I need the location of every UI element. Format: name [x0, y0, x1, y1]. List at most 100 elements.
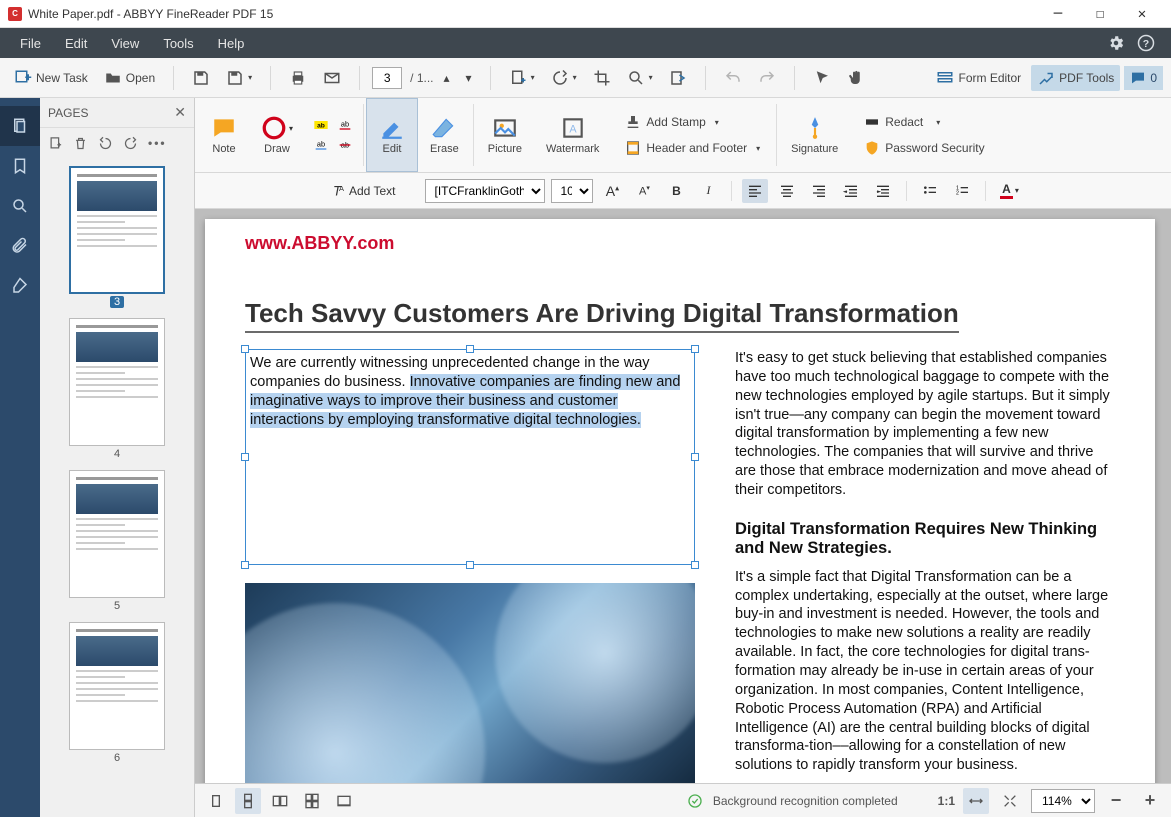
fit-page-button[interactable] — [997, 788, 1023, 814]
subheading: Digital Transformation Requires New Thin… — [735, 520, 1115, 558]
decrease-font-button[interactable]: A▾ — [631, 179, 657, 203]
ribbon-password[interactable]: Password Security — [858, 137, 990, 159]
rotate-left-icon[interactable] — [98, 136, 113, 151]
maximize-button[interactable]: ☐ — [1079, 0, 1121, 28]
page-input[interactable] — [372, 67, 402, 89]
align-center-button[interactable] — [774, 179, 800, 203]
rotate-right-icon[interactable] — [123, 136, 138, 151]
save-button[interactable] — [186, 65, 216, 91]
rotate-icon — [551, 69, 569, 87]
menu-tools[interactable]: Tools — [151, 30, 205, 57]
fit-width-button[interactable] — [963, 788, 989, 814]
ribbon-edit[interactable]: Edit — [366, 98, 418, 172]
hand-button[interactable] — [841, 65, 871, 91]
ribbon-draw[interactable]: ▾ Draw — [249, 98, 305, 172]
view-single-page[interactable] — [203, 788, 229, 814]
save-as-button[interactable]: ▾ — [220, 65, 258, 91]
window-title: White Paper.pdf - ABBYY FineReader PDF 1… — [28, 7, 273, 21]
ribbon-redact[interactable]: Redact▾ — [858, 111, 990, 133]
italic-button[interactable]: I — [695, 179, 721, 203]
page-thumbnail[interactable]: 3 — [69, 166, 165, 308]
page-thumbnail[interactable]: 6 — [69, 622, 165, 764]
decrease-indent-button[interactable] — [838, 179, 864, 203]
add-text-button[interactable]: TA Add Text — [319, 178, 403, 204]
email-button[interactable] — [317, 65, 347, 91]
help-icon[interactable]: ? — [1137, 34, 1155, 52]
rotate-button[interactable]: ▾ — [545, 65, 583, 91]
menu-file[interactable]: File — [8, 30, 53, 57]
close-button[interactable]: ✕ — [1121, 0, 1163, 28]
font-size-select[interactable]: 10 — [551, 179, 593, 203]
add-page-icon[interactable] — [48, 136, 63, 151]
ribbon-header-footer[interactable]: Header and Footer▾ — [619, 137, 766, 159]
view-two-continuous[interactable] — [299, 788, 325, 814]
search-button[interactable]: ▾ — [621, 65, 659, 91]
underline-icon[interactable]: ab — [337, 117, 353, 133]
numbered-list-button[interactable]: 12 — [949, 179, 975, 203]
highlight-icon[interactable]: ab — [313, 117, 329, 133]
extract-button[interactable] — [663, 65, 693, 91]
view-two-page[interactable] — [267, 788, 293, 814]
left-sidebar — [0, 98, 40, 817]
attachments-tab[interactable] — [0, 226, 40, 266]
menu-view[interactable]: View — [99, 30, 151, 57]
view-fullscreen[interactable] — [331, 788, 357, 814]
page-thumbnail[interactable]: 4 — [69, 318, 165, 460]
increase-font-button[interactable]: A▴ — [599, 179, 625, 203]
crop-button[interactable] — [587, 65, 617, 91]
zoom-select[interactable]: 114% — [1031, 789, 1095, 813]
svg-text:A: A — [339, 184, 344, 193]
open-button[interactable]: Open — [98, 65, 161, 91]
more-icon[interactable]: ••• — [148, 136, 167, 150]
zoom-in-button[interactable]: + — [1137, 788, 1163, 814]
page-thumbnail[interactable]: 5 — [69, 470, 165, 612]
selected-text-box[interactable]: We are currently witnessing unprecedente… — [245, 349, 695, 565]
zoom-out-button[interactable]: − — [1103, 788, 1129, 814]
strikeout-icon[interactable]: ab — [337, 137, 353, 153]
font-family-select[interactable]: [ITCFranklinGothic] — [425, 179, 545, 203]
ribbon-picture[interactable]: Picture — [476, 98, 534, 172]
svg-text:ab: ab — [317, 123, 325, 130]
svg-text:A: A — [569, 123, 577, 135]
view-continuous[interactable] — [235, 788, 261, 814]
align-right-button[interactable] — [806, 179, 832, 203]
status-text: Background recognition completed — [713, 794, 898, 808]
page-up-button[interactable]: ▴ — [438, 67, 456, 89]
bookmarks-tab[interactable] — [0, 146, 40, 186]
print-button[interactable] — [283, 65, 313, 91]
form-editor-button[interactable]: Form Editor — [930, 65, 1027, 91]
ribbon-erase[interactable]: Erase — [418, 98, 471, 172]
pointer-button[interactable] — [807, 65, 837, 91]
settings-icon[interactable] — [1107, 34, 1125, 52]
undo-button[interactable] — [718, 65, 748, 91]
search-tab[interactable] — [0, 186, 40, 226]
hand-icon — [847, 69, 865, 87]
bold-button[interactable]: B — [663, 179, 689, 203]
pdf-tools-button[interactable]: PDF Tools — [1031, 65, 1120, 91]
delete-icon[interactable] — [73, 136, 88, 151]
add-page-button[interactable]: ▾ — [503, 65, 541, 91]
ribbon-add-stamp[interactable]: Add Stamp▾ — [619, 111, 766, 133]
comments-button[interactable]: 0 — [1124, 66, 1163, 90]
increase-indent-button[interactable] — [870, 179, 896, 203]
ribbon-watermark[interactable]: A Watermark — [534, 98, 611, 172]
align-left-button[interactable] — [742, 179, 768, 203]
pages-panel-close[interactable]: ✕ — [174, 104, 186, 121]
scale-label[interactable]: 1:1 — [938, 794, 955, 808]
ribbon-note[interactable]: Note — [199, 98, 249, 172]
ribbon-signature[interactable]: Signature — [779, 98, 850, 172]
pages-tab[interactable] — [0, 106, 40, 146]
menu-help[interactable]: Help — [206, 30, 257, 57]
bullet-list-button[interactable] — [917, 179, 943, 203]
new-task-label: New Task — [36, 71, 88, 85]
document-viewport[interactable]: www.ABBYY.com Tech Savvy Customers Are D… — [195, 209, 1171, 783]
redo-button[interactable] — [752, 65, 782, 91]
ribbon-text-markup: ab ab ab ab — [305, 98, 361, 172]
menu-edit[interactable]: Edit — [53, 30, 99, 57]
minimize-button[interactable]: ─ — [1037, 0, 1079, 28]
underline2-icon[interactable]: ab — [313, 137, 329, 153]
font-color-button[interactable]: A▾ — [996, 179, 1022, 203]
signatures-tab[interactable] — [0, 266, 40, 306]
page-down-button[interactable]: ▾ — [460, 67, 478, 89]
new-task-button[interactable]: New Task — [8, 65, 94, 91]
